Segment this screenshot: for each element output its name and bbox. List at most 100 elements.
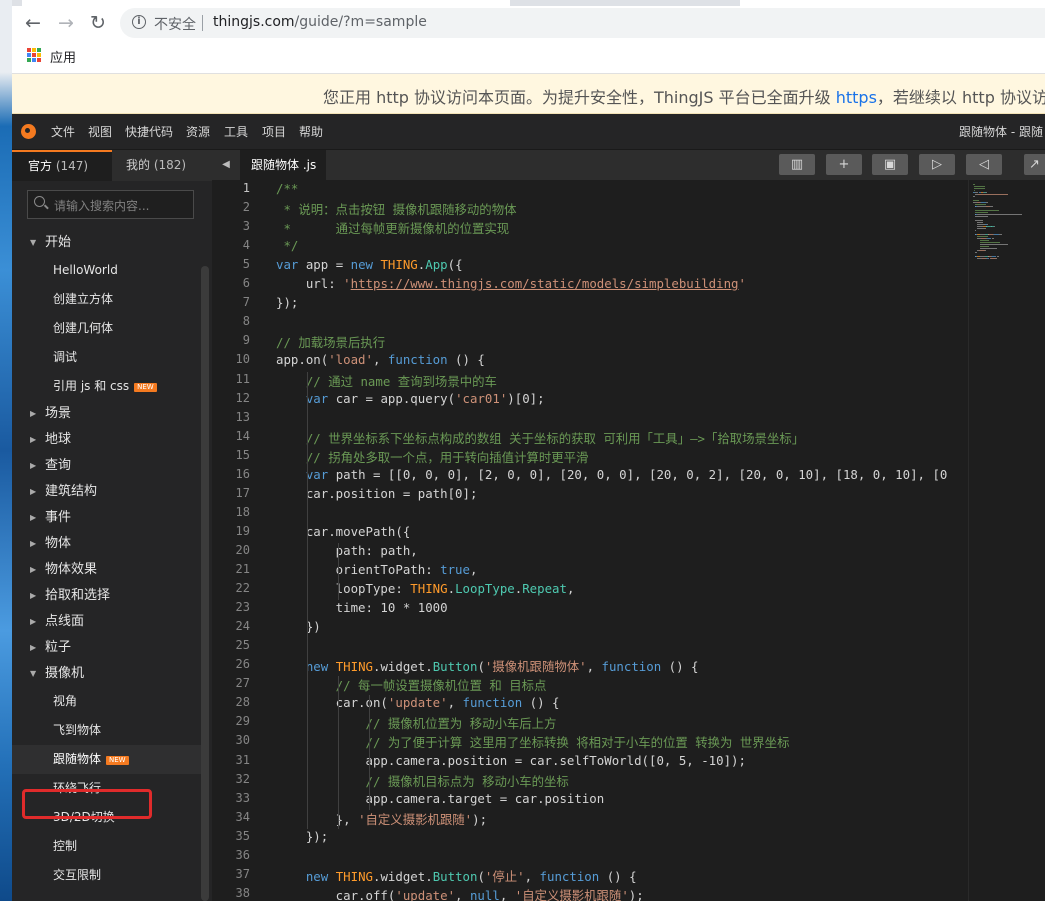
expanded-arrow-icon[interactable]: ▼ [30, 661, 36, 687]
collapsed-arrow-icon[interactable]: ▶ [30, 531, 36, 557]
collapsed-arrow-icon[interactable]: ▶ [30, 635, 36, 661]
code-line: */ [276, 238, 298, 253]
info-icon[interactable]: i [132, 15, 146, 29]
expanded-arrow-icon[interactable]: ▼ [30, 230, 36, 256]
collapse-sidebar-icon[interactable]: ◀ [212, 150, 241, 180]
tree-label-text: 建筑结构 [45, 484, 98, 499]
tree-group-0[interactable]: ▼ 开始 [12, 230, 208, 256]
code-token: ({ [447, 257, 463, 273]
collapsed-arrow-icon[interactable]: ▶ [30, 453, 36, 479]
tree-item-5[interactable]: 引用 js 和 css NEW [12, 372, 208, 401]
code-line: new THING.widget.Button('停止', function (… [276, 867, 637, 885]
external-icon[interactable]: ↗ [1024, 154, 1045, 175]
menu-tools[interactable]: 工具 [224, 123, 248, 140]
code-token: app.camera.position = car.selfToWorld([0… [276, 752, 746, 768]
chart-icon[interactable]: ▥ [779, 154, 815, 175]
sidebar-scrollbar[interactable] [201, 266, 209, 901]
tree-group-12[interactable]: ▶ 物体效果 [12, 557, 208, 583]
line-number: 33 [235, 790, 250, 805]
tree-item-4[interactable]: 调试 [12, 343, 208, 372]
code-token: time: 10 * 1000 [276, 600, 448, 616]
tree-item-18[interactable]: 飞到物体 [12, 716, 208, 745]
line-number: 34 [235, 809, 250, 824]
collapsed-arrow-icon[interactable]: ▶ [30, 427, 36, 453]
banner-text-before: 您正用 http 协议访问本页面。为提升安全性，ThingJS 平台已全面升级 [323, 88, 836, 107]
code-line: // 为了便于计算 这里用了坐标转换 将相对于小车的位置 转换为 世界坐标 [276, 733, 790, 751]
forward-arrow-icon[interactable]: → [54, 11, 78, 35]
address-separator [202, 15, 203, 31]
collapsed-arrow-icon[interactable]: ▶ [30, 609, 36, 635]
code-token: . [447, 581, 456, 597]
tree-label-text: 场景 [45, 406, 72, 421]
menu-help[interactable]: 帮助 [299, 123, 323, 140]
tree-item-17[interactable]: 视角 [12, 687, 208, 716]
menu-view[interactable]: 视图 [88, 123, 112, 140]
code-token: https://www.thingjs.com/static/models/si… [350, 276, 739, 292]
tree-group-9[interactable]: ▶ 建筑结构 [12, 479, 208, 505]
minimap-line [994, 226, 996, 227]
collapsed-arrow-icon[interactable]: ▶ [30, 557, 36, 583]
reload-icon[interactable]: ↻ [86, 11, 110, 35]
tree-item-22[interactable]: 控制 [12, 832, 208, 861]
collapsed-arrow-icon[interactable]: ▶ [30, 401, 36, 427]
collapsed-arrow-icon[interactable]: ▶ [30, 505, 36, 531]
tree-group-10[interactable]: ▶ 事件 [12, 505, 208, 531]
minimap-line [975, 252, 977, 253]
line-number: 31 [235, 752, 250, 767]
tree-group-7[interactable]: ▶ 地球 [12, 427, 208, 453]
tree-group-11[interactable]: ▶ 物体 [12, 531, 208, 557]
url-text[interactable]: thingjs.com/guide/?m=sample [213, 14, 427, 30]
apps-bookmark[interactable]: 应用 [50, 47, 76, 66]
code-line: // 拐角处多取一个点，用于转向插值计算时更平滑 [276, 448, 589, 466]
code-token: ' [343, 276, 351, 292]
menu-resources[interactable]: 资源 [186, 123, 210, 140]
menu-snippets[interactable]: 快捷代码 [125, 123, 173, 140]
tree-label-text: 地球 [45, 432, 72, 447]
code-line: }); [276, 829, 328, 844]
sample-search-input[interactable]: 请输入搜索内容... [27, 190, 194, 219]
tree-group-15[interactable]: ▶ 粒子 [12, 635, 208, 661]
apps-grid-icon[interactable] [27, 48, 41, 62]
tree-item-1[interactable]: HelloWorld [12, 256, 208, 285]
code-area[interactable]: 1 2 3 4 5 6 7 8 9 10 11 12 13 14 15 16 17 18 19 20 21 22 23 24 2… [212, 180, 968, 901]
ide-menubar: 文件 视图 快捷代码 资源 工具 项目 帮助 跟随物体 - 跟随 [12, 114, 1045, 150]
tree-item-23[interactable]: 交互限制 [12, 861, 208, 890]
search-placeholder: 请输入搜索内容... [54, 199, 150, 213]
play-icon[interactable]: ▷ [919, 154, 955, 175]
send-icon[interactable]: ◁ [966, 154, 1002, 175]
collapsed-arrow-icon[interactable]: ▶ [30, 479, 36, 505]
tab-mine-count: (182) [153, 158, 187, 172]
tree-item-2[interactable]: 创建立方体 [12, 285, 208, 314]
plus-icon[interactable]: + [826, 154, 862, 175]
menu-project[interactable]: 项目 [262, 123, 286, 140]
tab-mine[interactable]: 我的 (182) [110, 150, 212, 181]
code-minimap[interactable] [968, 180, 1045, 901]
tree-group-6[interactable]: ▶ 场景 [12, 401, 208, 427]
tab-official[interactable]: 官方 (147) [12, 150, 112, 181]
menu-file[interactable]: 文件 [51, 123, 75, 140]
code-token: , [566, 581, 575, 597]
banner-https-link[interactable]: https [836, 88, 877, 107]
tree-group-16[interactable]: ▼ 摄像机 [12, 661, 208, 687]
code-token: () { [599, 868, 637, 884]
tree-group-8[interactable]: ▶ 查询 [12, 453, 208, 479]
back-arrow-icon[interactable]: ← [21, 11, 45, 35]
collapsed-arrow-icon[interactable]: ▶ [30, 583, 36, 609]
tree-group-14[interactable]: ▶ 点线面 [12, 609, 208, 635]
save-icon[interactable]: ▣ [872, 154, 908, 175]
tree-item-3[interactable]: 创建几何体 [12, 314, 208, 343]
code-token: // 每一帧设置摄像机位置 和 目标点 [276, 678, 547, 694]
line-number: 23 [235, 600, 250, 615]
code-line: path: path, [276, 543, 418, 558]
security-label[interactable]: 不安全 [154, 14, 196, 34]
tree-label: 事件 [45, 505, 71, 531]
code-token: 'car01' [455, 390, 508, 406]
sample-sidebar: 官方 (147) 我的 (182) 请输入搜索内容... ▼ 开始 HelloWor… [12, 150, 212, 901]
sidebar-tabs: 官方 (147) 我的 (182) [12, 150, 212, 181]
tree-item-19[interactable]: 跟随物体 NEW [12, 745, 208, 774]
address-bar[interactable]: i 不安全 thingjs.com/guide/?m=sample [120, 8, 1045, 38]
file-tab[interactable]: 跟随物体 .js [241, 150, 327, 180]
tree-group-13[interactable]: ▶ 拾取和选择 [12, 583, 208, 609]
